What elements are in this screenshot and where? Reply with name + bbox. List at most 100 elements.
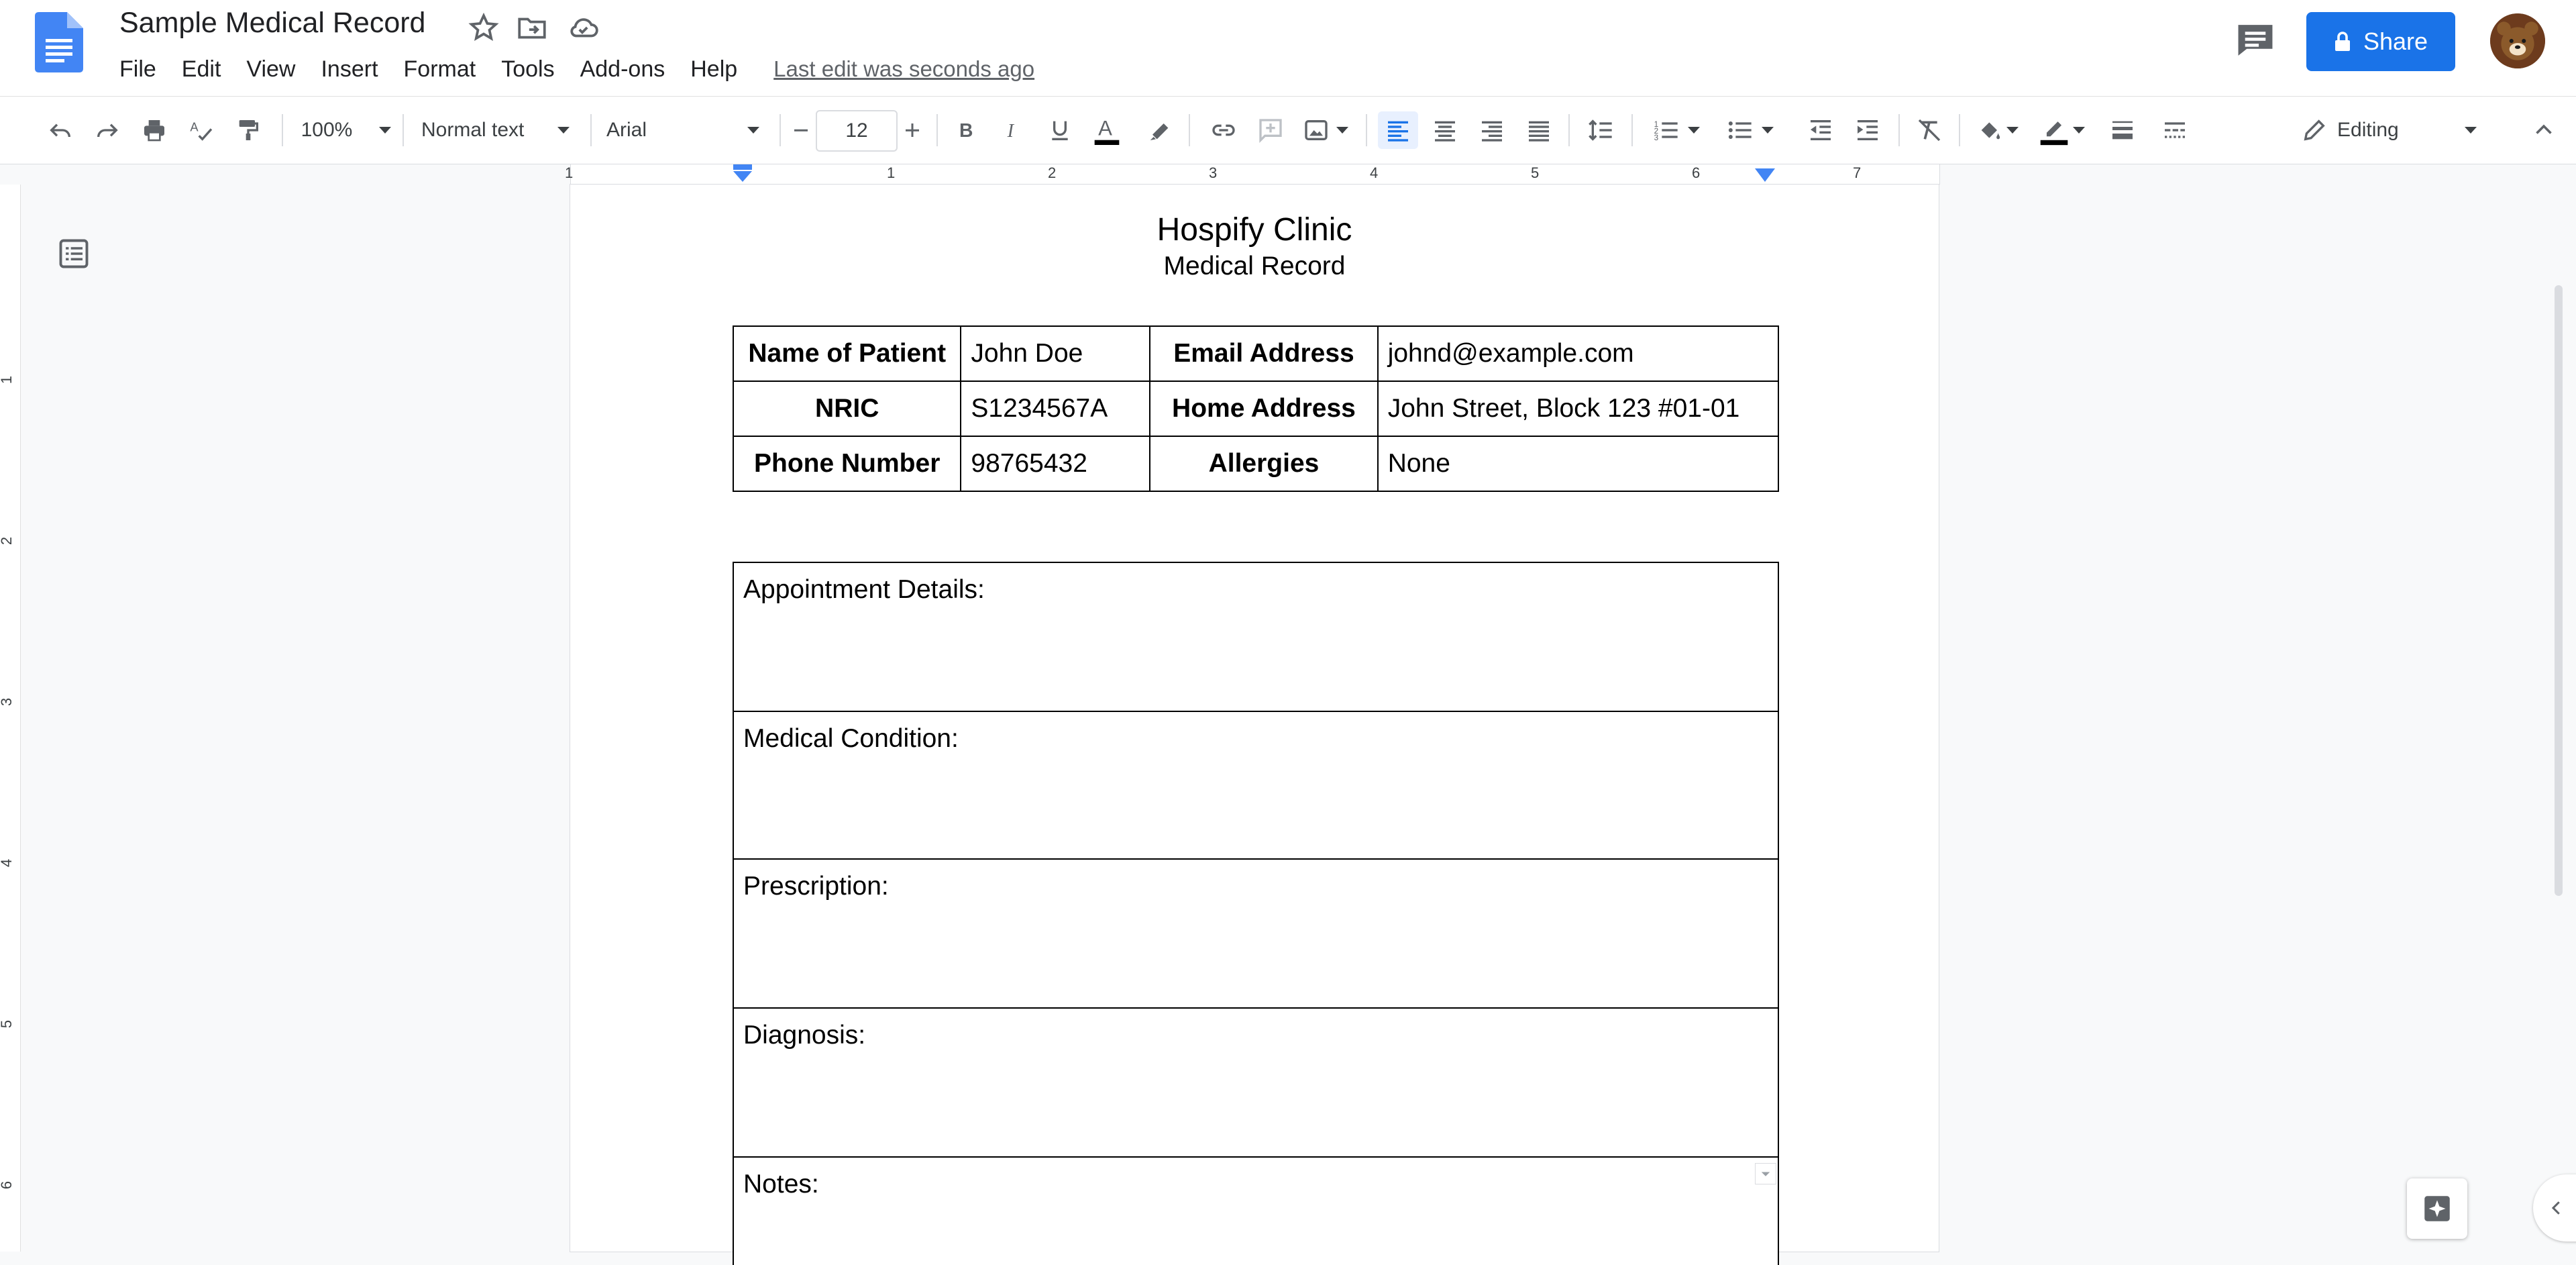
underline-icon <box>1052 121 1068 140</box>
toolbar: A 100% Normal text Arial 12 B I A 1 2 3 … <box>0 96 2576 165</box>
share-button[interactable]: Share <box>2306 12 2455 71</box>
print-button[interactable] <box>136 111 173 149</box>
ruler-number: 5 <box>0 1020 15 1028</box>
border-dash-button[interactable] <box>2156 111 2194 149</box>
comments-icon[interactable] <box>2234 21 2277 59</box>
menu-addons[interactable]: Add-ons <box>580 56 665 83</box>
document-title[interactable]: Sample Medical Record <box>119 7 425 40</box>
collapse-menus-button[interactable] <box>2525 111 2563 149</box>
diagnosis-section[interactable]: Diagnosis: <box>733 1007 1779 1158</box>
avatar[interactable] <box>2490 13 2545 68</box>
toolbar-divider <box>780 114 781 146</box>
ruler-number: 4 <box>0 859 15 867</box>
underline-button[interactable] <box>1041 111 1079 149</box>
table-label-cell[interactable]: NRIC <box>732 381 962 437</box>
editing-mode-label: Editing <box>2337 119 2399 141</box>
table-label-cell[interactable]: Email Address <box>1149 325 1379 382</box>
cloud-saved-icon[interactable] <box>566 11 600 44</box>
menu-insert[interactable]: Insert <box>321 56 378 83</box>
table-value-cell[interactable]: S1234567A <box>960 381 1151 437</box>
menu-file[interactable]: File <box>119 56 156 83</box>
table-label-cell[interactable]: Name of Patient <box>732 325 962 382</box>
menu-view[interactable]: View <box>246 56 295 83</box>
prescription-section[interactable]: Prescription: <box>733 858 1779 1009</box>
italic-button[interactable]: I <box>994 111 1032 149</box>
table-cell-menu-button[interactable] <box>1755 1163 1776 1184</box>
table-value-cell[interactable]: 98765432 <box>960 436 1151 492</box>
table-value-cell[interactable]: John Doe <box>960 325 1151 382</box>
table-value-cell[interactable]: johnd@example.com <box>1377 325 1780 382</box>
right-indent-marker-icon[interactable] <box>1755 168 1775 183</box>
menu-format[interactable]: Format <box>404 56 476 83</box>
chevron-down-icon <box>2073 127 2085 134</box>
docs-logo-icon[interactable] <box>35 12 83 72</box>
appointment-details-section[interactable]: Appointment Details: <box>733 562 1779 712</box>
border-width-button[interactable] <box>2104 111 2141 149</box>
ruler-number: 3 <box>1209 164 1218 181</box>
pencil-icon <box>2304 119 2325 141</box>
style-select[interactable]: Normal text <box>421 111 582 149</box>
editing-mode-select[interactable]: Editing <box>2301 111 2496 149</box>
redo-button[interactable] <box>89 111 126 149</box>
star-icon[interactable] <box>467 11 500 44</box>
clinic-name-heading: Hospify Clinic <box>1157 212 1352 248</box>
decrease-indent-icon <box>1811 120 1831 140</box>
table-value-cell[interactable]: John Street, Block 123 #01-01 <box>1377 381 1780 437</box>
vertical-scrollbar[interactable] <box>2555 285 2563 896</box>
bulleted-list-button[interactable] <box>1719 111 1782 149</box>
explore-button[interactable] <box>2407 1178 2467 1239</box>
section-label: Notes: <box>743 1170 819 1199</box>
table-label-cell[interactable]: Allergies <box>1149 436 1379 492</box>
add-comment-button[interactable] <box>1252 111 1289 149</box>
insert-image-button[interactable] <box>1295 111 1356 149</box>
spellcheck-button[interactable]: A <box>182 111 220 149</box>
svg-text:A: A <box>1098 116 1112 140</box>
undo-button[interactable] <box>42 111 79 149</box>
side-panel-toggle[interactable] <box>2533 1174 2576 1242</box>
increase-indent-button[interactable] <box>1849 111 1886 149</box>
menu-help[interactable]: Help <box>690 56 737 83</box>
medical-condition-section[interactable]: Medical Condition: <box>733 711 1779 860</box>
document-outline-icon[interactable] <box>56 236 91 271</box>
insert-link-button[interactable] <box>1205 111 1242 149</box>
chevron-left-icon <box>2551 1201 2560 1215</box>
clear-formatting-button[interactable] <box>1911 111 1948 149</box>
move-folder-icon[interactable] <box>515 11 549 44</box>
border-color-button[interactable] <box>2033 111 2090 149</box>
last-edit-link[interactable]: Last edit was seconds ago <box>773 56 1034 82</box>
notes-section[interactable]: Notes: <box>733 1156 1779 1265</box>
print-icon <box>144 120 164 142</box>
decrease-font-size-button[interactable] <box>788 111 814 149</box>
numbered-list-button[interactable]: 123 <box>1645 111 1708 149</box>
align-center-button[interactable] <box>1426 111 1464 149</box>
align-left-button[interactable] <box>1378 111 1418 149</box>
ruler-number: 6 <box>0 1181 15 1189</box>
line-spacing-button[interactable] <box>1582 111 1619 149</box>
indent-marker-icon[interactable] <box>731 164 754 183</box>
paint-format-button[interactable] <box>229 111 267 149</box>
bold-button[interactable]: B <box>947 111 985 149</box>
ruler-number: 3 <box>0 698 15 706</box>
menu-tools[interactable]: Tools <box>501 56 554 83</box>
text-color-button[interactable]: A <box>1088 111 1126 149</box>
table-label-cell[interactable]: Home Address <box>1149 381 1379 437</box>
align-center-icon <box>1435 121 1455 142</box>
decrease-indent-button[interactable] <box>1802 111 1839 149</box>
table-value-cell[interactable]: None <box>1377 436 1780 492</box>
highlight-color-button[interactable] <box>1140 111 1178 149</box>
increase-font-size-button[interactable] <box>899 111 926 149</box>
zoom-select[interactable]: 100% <box>299 111 393 149</box>
document-page[interactable]: Hospify Clinic Medical Record Name of Pa… <box>570 185 1939 1265</box>
image-icon <box>1305 120 1328 140</box>
justify-button[interactable] <box>1520 111 1558 149</box>
align-right-button[interactable] <box>1473 111 1511 149</box>
paint-format-icon <box>239 120 258 140</box>
font-size-input[interactable]: 12 <box>816 110 898 152</box>
toolbar-divider <box>1898 114 1900 146</box>
cell-background-button[interactable] <box>1971 111 2025 149</box>
vertical-ruler[interactable]: 1 2 3 4 5 6 <box>0 185 21 1252</box>
font-select[interactable]: Arial <box>606 111 774 149</box>
menu-edit[interactable]: Edit <box>182 56 221 83</box>
table-label-cell[interactable]: Phone Number <box>732 436 962 492</box>
horizontal-ruler[interactable]: 1 1 2 3 4 5 6 7 <box>0 164 2576 185</box>
